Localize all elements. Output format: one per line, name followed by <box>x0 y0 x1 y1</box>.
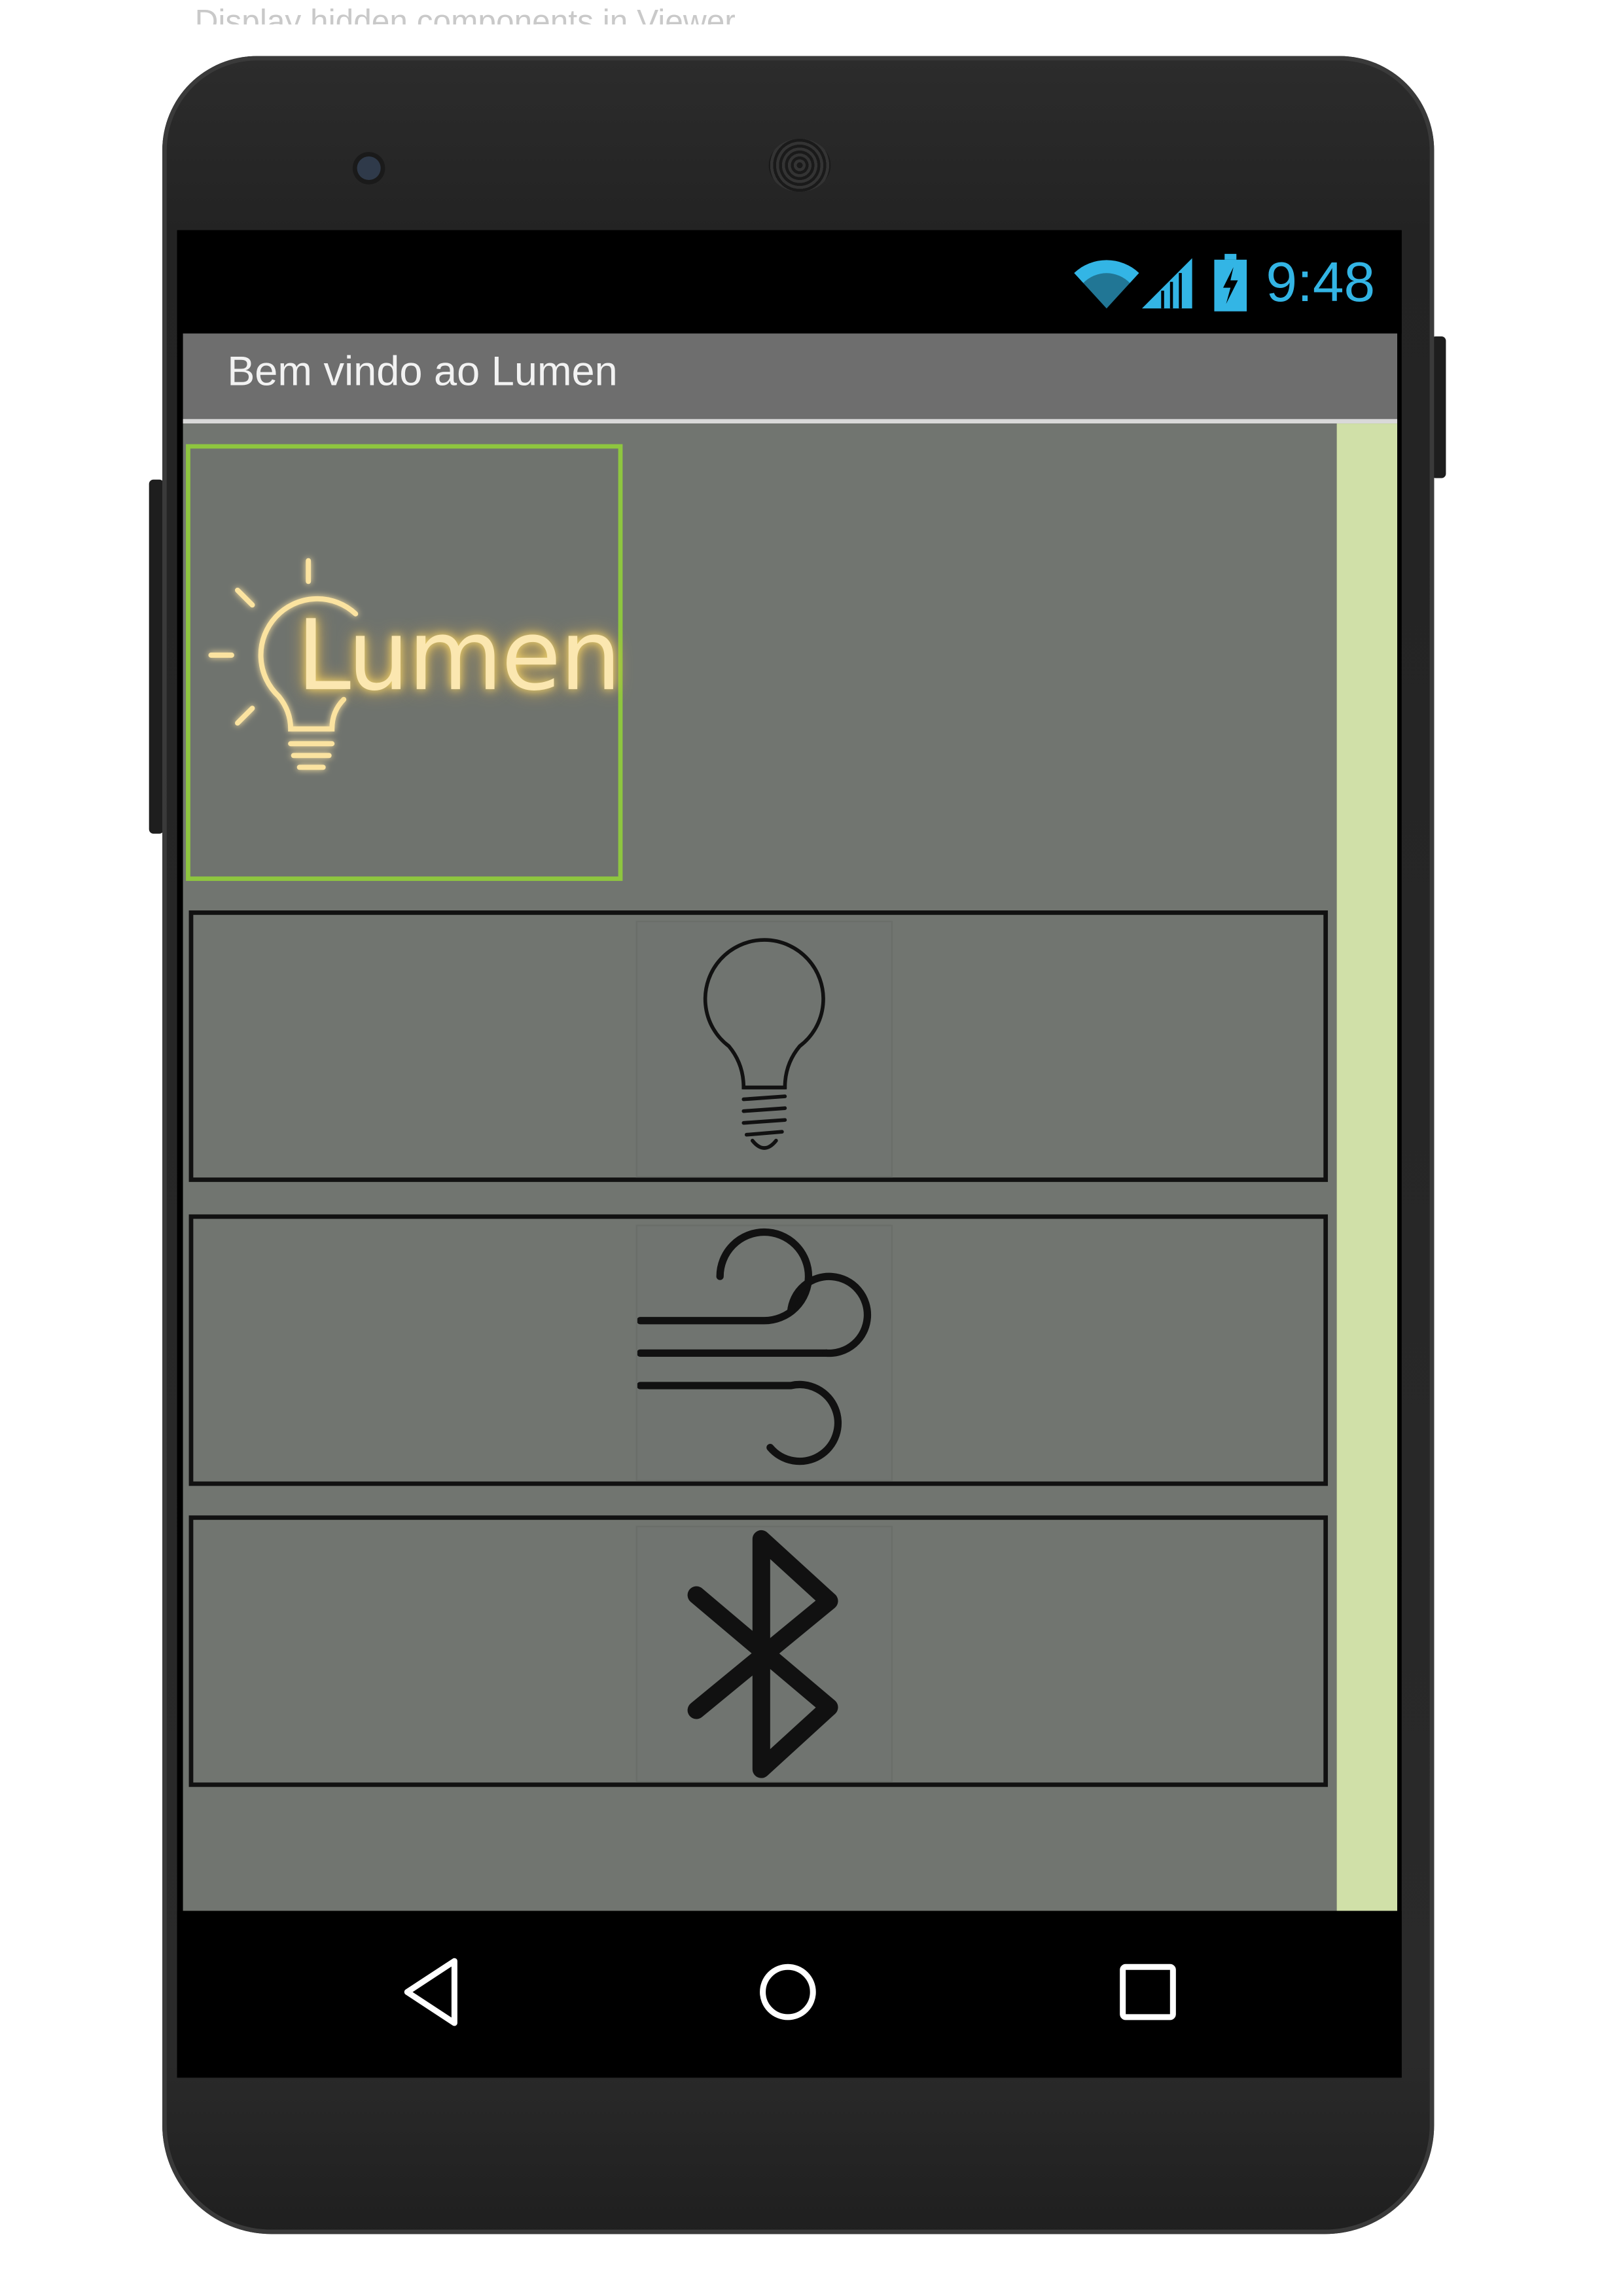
signal-icon <box>1142 258 1192 309</box>
lamp-button[interactable] <box>188 910 1329 1182</box>
recents-icon[interactable] <box>1115 1955 1180 2029</box>
wind-icon <box>636 1228 872 1465</box>
wifi-icon <box>1074 260 1139 309</box>
lightbulb-icon <box>703 938 825 1150</box>
phone-screen: 9:48 Bem vindo ao Lumen Lumen <box>177 230 1402 2078</box>
bluetooth-icon <box>687 1530 838 1778</box>
bluetooth-button-icon-area <box>635 1526 893 1783</box>
earpiece-speaker <box>768 138 831 192</box>
status-clock: 9:48 <box>1266 251 1376 314</box>
fan-button-icon-area <box>635 1225 893 1482</box>
viewer-caption: Display hidden components in Viewer <box>194 3 736 40</box>
volume-button <box>149 479 164 834</box>
back-icon[interactable] <box>399 1955 463 2029</box>
home-icon[interactable] <box>755 1955 820 2029</box>
status-icons: 9:48 <box>1071 251 1375 315</box>
stage: Display hidden components in Viewer 9:48… <box>0 0 1623 2295</box>
battery-charging-icon <box>1214 253 1247 312</box>
lumen-logo[interactable]: Lumen <box>186 444 623 881</box>
page-title: Bem vindo ao Lumen <box>227 348 618 394</box>
scrollbar[interactable] <box>1336 423 1398 1911</box>
navigation-bar <box>177 1910 1402 2078</box>
title-bar: Bem vindo ao Lumen <box>183 333 1398 424</box>
bluetooth-button[interactable] <box>188 1515 1329 1787</box>
lamp-button-icon-area <box>635 920 893 1178</box>
logo-text: Lumen <box>296 599 621 713</box>
status-bar: 9:48 <box>177 230 1402 334</box>
app-content: Lumen <box>183 423 1337 1911</box>
fan-button[interactable] <box>188 1214 1329 1486</box>
front-sensor <box>357 156 381 181</box>
